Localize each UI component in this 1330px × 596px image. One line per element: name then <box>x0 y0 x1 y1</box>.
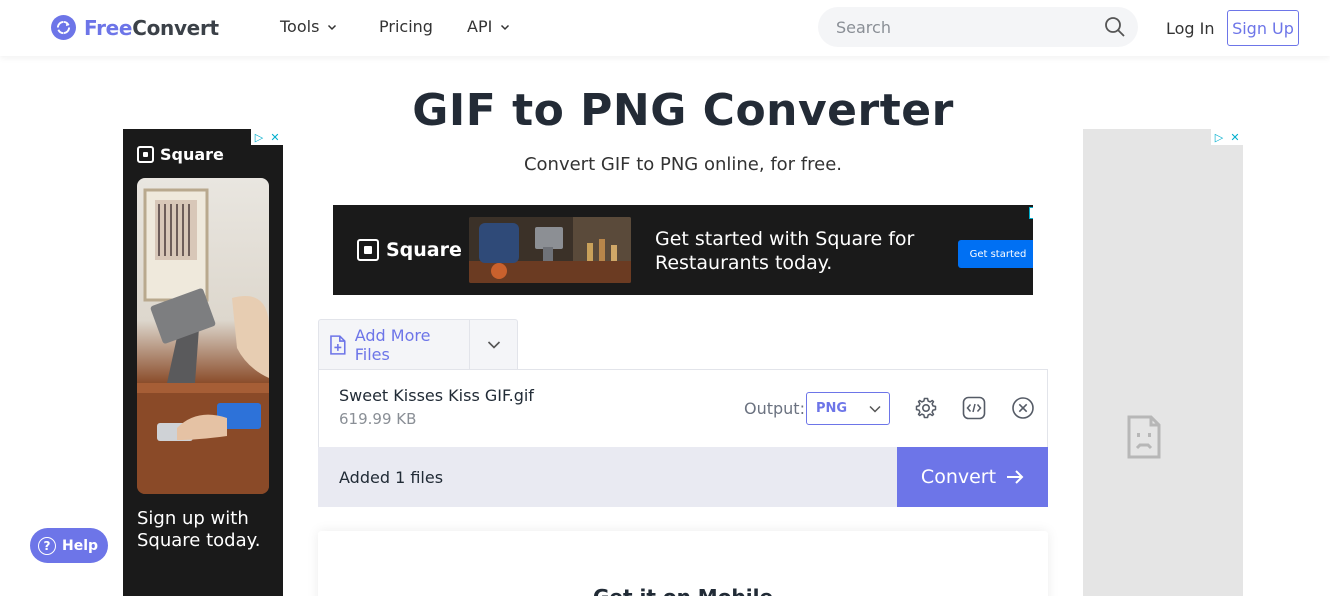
broken-page-icon <box>1127 415 1161 459</box>
arrow-right-icon <box>1007 470 1024 484</box>
output-format-value: PNG <box>816 401 848 416</box>
logo-text-free: Free <box>84 15 133 40</box>
left-ad[interactable]: ▷ ✕ Square Sign up with Square today. <box>123 129 283 596</box>
add-more-files-group: Add More Files <box>318 319 518 370</box>
chevron-down-icon <box>328 24 337 30</box>
mobile-section-title: Get it on Mobile <box>318 585 1048 596</box>
add-file-icon <box>330 335 346 355</box>
file-size: 619.99 KB <box>339 410 417 428</box>
chevron-down-icon <box>501 24 510 30</box>
banner-ad[interactable]: Square Get started with Square for Resta… <box>333 205 1033 295</box>
ad-choices[interactable]: ▷ ✕ <box>1211 129 1243 145</box>
ad-headline: Get started with Square for Restaurants … <box>655 228 915 274</box>
chevron-down-icon <box>487 341 501 349</box>
help-question-icon: ? <box>38 536 56 555</box>
freeconvert-logo[interactable]: FreeConvert <box>51 15 219 40</box>
ad-photo <box>469 217 631 283</box>
help-button[interactable]: ? Help <box>30 528 108 563</box>
convert-button-label: Convert <box>920 466 997 488</box>
nav-pricing[interactable]: Pricing <box>379 17 433 36</box>
output-format-select[interactable]: PNG <box>806 392 890 425</box>
ad-close-icon[interactable]: ✕ <box>1227 129 1243 145</box>
file-name: Sweet Kisses Kiss GIF.gif <box>339 386 534 405</box>
square-logo-icon <box>137 146 154 163</box>
output-label: Output: <box>744 399 805 418</box>
page-title: GIF to PNG Converter <box>412 85 954 136</box>
search-box <box>818 7 1138 47</box>
ad-photo <box>137 178 269 494</box>
ad-close-icon[interactable]: ✕ <box>267 129 283 145</box>
signup-button[interactable]: Sign Up <box>1227 10 1299 46</box>
convert-bar: Added 1 files Convert <box>318 447 1048 507</box>
convert-button[interactable]: Convert <box>897 447 1048 507</box>
nav-pricing-label: Pricing <box>379 17 433 36</box>
nav-tools-label: Tools <box>280 17 320 36</box>
nav-tools[interactable]: Tools <box>280 17 337 36</box>
chevron-down-icon <box>869 405 881 413</box>
add-more-files-label: Add More Files <box>354 326 431 364</box>
nav-api-label: API <box>467 17 493 36</box>
square-logo: Square <box>357 239 462 261</box>
adchoices-icon[interactable] <box>1029 207 1033 219</box>
pos-terminal-illustration <box>137 188 269 494</box>
added-files-count: Added 1 files <box>339 468 444 487</box>
logo-sync-icon <box>51 15 76 40</box>
adchoices-icon[interactable]: ▷ <box>1211 129 1227 145</box>
ad-tagline: Sign up with Square today. <box>137 508 261 551</box>
ad-cta-button[interactable]: Get started <box>958 240 1033 268</box>
right-ad[interactable]: ▷ ✕ <box>1083 129 1243 596</box>
adchoices-icon[interactable]: ▷ <box>251 129 267 145</box>
square-logo: Square <box>137 145 224 164</box>
embed-code-icon[interactable] <box>962 396 986 420</box>
square-logo-text: Square <box>160 145 224 164</box>
logo-text: FreeConvert <box>84 16 219 40</box>
help-label: Help <box>62 537 99 554</box>
square-logo-icon <box>357 239 379 261</box>
page-subtitle: Convert GIF to PNG online, for free. <box>523 154 843 175</box>
top-header: FreeConvert Tools Pricing API Log In Sig… <box>0 0 1330 56</box>
file-row: Sweet Kisses Kiss GIF.gif 619.99 KB Outp… <box>318 369 1048 447</box>
add-files-dropdown[interactable] <box>470 320 518 370</box>
search-input[interactable] <box>836 7 1106 47</box>
ad-choices[interactable]: ▷ ✕ <box>251 129 283 145</box>
add-more-files-button[interactable]: Add More Files <box>319 320 469 370</box>
restaurant-illustration <box>469 217 631 283</box>
settings-gear-icon[interactable] <box>914 396 938 420</box>
remove-file-icon[interactable] <box>1011 396 1035 420</box>
logo-text-convert: Convert <box>132 15 219 40</box>
login-link[interactable]: Log In <box>1166 19 1215 38</box>
nav-api[interactable]: API <box>467 17 510 36</box>
search-icon[interactable] <box>1104 16 1126 38</box>
square-logo-text: Square <box>386 239 462 261</box>
mobile-apps-card: Get it on Mobile <box>318 531 1048 596</box>
